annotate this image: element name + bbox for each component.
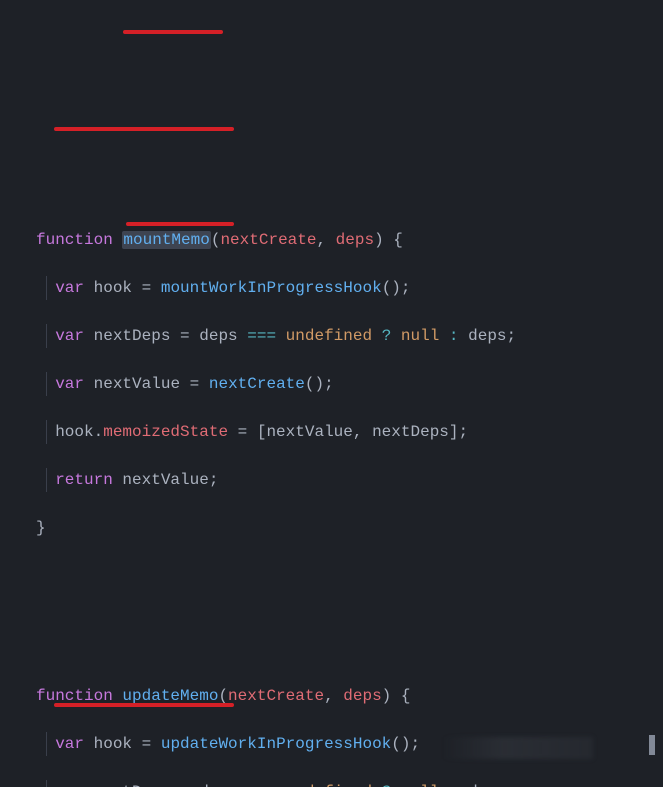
code-line: var nextDeps = deps === undefined ? null… — [0, 780, 663, 787]
scrollbar-thumb[interactable] — [649, 735, 655, 755]
code-line: hook.memoizedState = [nextValue, nextDep… — [0, 420, 663, 444]
annotation-underline — [54, 127, 234, 131]
code-line: function mountMemo(nextCreate, deps) { — [0, 228, 663, 252]
annotation-underline — [126, 222, 234, 226]
code-editor: function mountMemo(nextCreate, deps) { v… — [0, 0, 663, 787]
code-line: var nextValue = nextCreate(); — [0, 372, 663, 396]
code-line: var hook = mountWorkInProgressHook(); — [0, 276, 663, 300]
annotation-underline — [54, 703, 234, 707]
code-line: } — [0, 516, 663, 540]
code-line: return nextValue; — [0, 468, 663, 492]
annotation-underline — [123, 30, 223, 34]
code-line-blank — [0, 588, 663, 612]
code-line: var nextDeps = deps === undefined ? null… — [0, 324, 663, 348]
watermark-smudge — [443, 737, 593, 759]
